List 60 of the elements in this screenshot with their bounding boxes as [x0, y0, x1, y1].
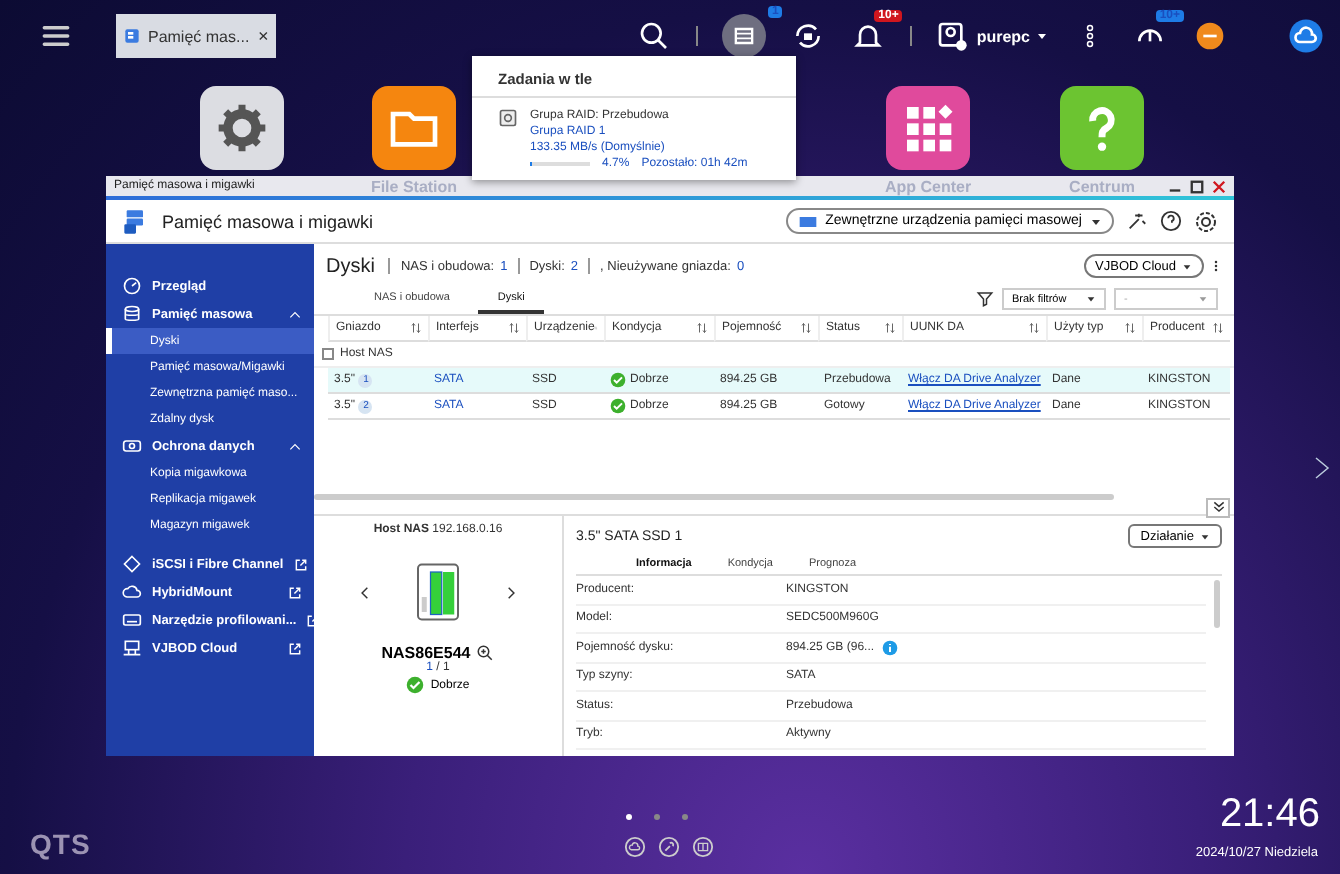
cloud-icon[interactable] [624, 836, 646, 858]
database-icon [122, 304, 142, 324]
app-title: Pamięć masowa i migawki [162, 211, 374, 231]
maximize-icon[interactable] [1190, 179, 1204, 193]
book-icon[interactable] [692, 836, 714, 858]
collapse-toggle[interactable] [322, 348, 334, 360]
qts-logo: QTS [30, 828, 91, 860]
magic-wand-icon[interactable] [1126, 210, 1148, 232]
user-menu[interactable]: purepc [976, 27, 1048, 45]
drive-icon [122, 610, 142, 630]
taskbar-app-tab[interactable]: Pamięć mas... [116, 14, 276, 58]
minus-circle-icon[interactable] [1194, 20, 1226, 52]
user-icon[interactable] [936, 20, 969, 52]
cloud-icon [122, 582, 142, 602]
caret-icon [1182, 261, 1192, 271]
gear-icon[interactable] [214, 100, 270, 156]
shield-icon [122, 436, 142, 456]
close-icon[interactable] [1212, 179, 1226, 193]
gauge-icon [122, 276, 142, 296]
stack-icon [730, 22, 759, 50]
info-icon[interactable] [882, 639, 899, 656]
caret-icon [1090, 215, 1102, 227]
close-icon[interactable] [257, 28, 268, 44]
search-icon[interactable] [638, 20, 671, 52]
page-dot[interactable] [682, 814, 688, 820]
help-icon[interactable] [1160, 210, 1182, 232]
caret-icon [1086, 294, 1096, 304]
nas-name: NAS86E544 [381, 644, 471, 662]
bell-icon[interactable] [852, 20, 885, 52]
sync-icon[interactable] [792, 20, 825, 52]
clock-time: 21:46 [1219, 792, 1320, 838]
wrench-icon[interactable] [658, 836, 680, 858]
page-title: Dyski [326, 255, 375, 277]
menu-icon[interactable] [40, 22, 72, 50]
caret-icon [1036, 30, 1048, 42]
storage-app-icon [124, 24, 140, 48]
drive-icon [498, 108, 518, 128]
scrollbar[interactable] [314, 494, 1114, 500]
check-circle-icon [406, 676, 425, 694]
page-dot[interactable] [626, 814, 632, 820]
zoom-in-icon[interactable] [476, 644, 495, 662]
drive-icon [797, 211, 818, 231]
chevron-up-icon [288, 439, 302, 453]
chevron-up-icon [288, 307, 302, 321]
caret-icon [1200, 531, 1210, 541]
caret-icon [1198, 294, 1208, 304]
server-icon [122, 638, 142, 658]
more-icon[interactable] [1210, 256, 1222, 276]
filter-icon[interactable] [976, 290, 994, 308]
chevron-left-icon[interactable] [358, 583, 372, 601]
cloud-icon[interactable] [1288, 16, 1324, 56]
page-dot[interactable] [654, 814, 660, 820]
chevron-right-icon[interactable] [504, 583, 518, 601]
scrollbar[interactable] [1214, 580, 1220, 628]
check-circle-icon [610, 398, 626, 414]
check-circle-icon [610, 372, 626, 388]
double-chevron-down-icon [1211, 500, 1225, 514]
diamond-icon [122, 554, 142, 574]
settings-icon[interactable] [1194, 209, 1218, 233]
expand-button[interactable] [1206, 498, 1230, 518]
